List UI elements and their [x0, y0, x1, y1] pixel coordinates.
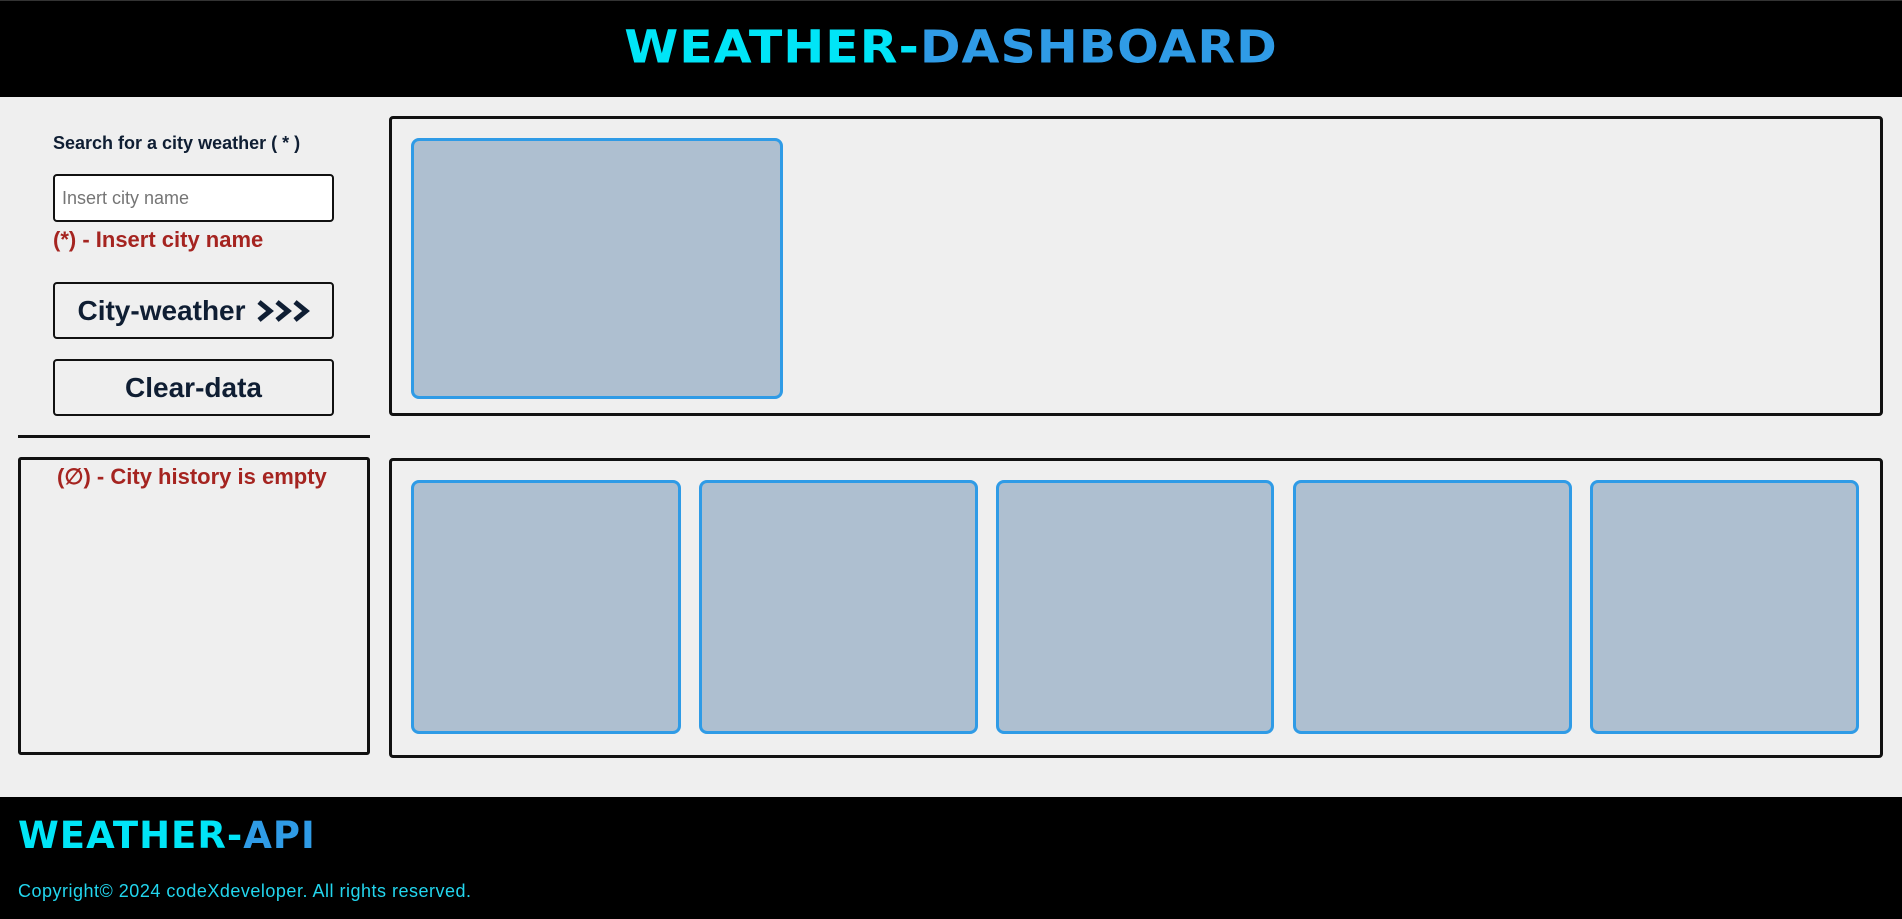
city-weather-button-label: City-weather: [77, 294, 246, 326]
forecast-card-2: [699, 480, 978, 734]
footer-logo: WEATHER-API: [18, 814, 316, 857]
current-weather-panel: [389, 116, 1883, 416]
city-history-panel: (∅) - City history is empty: [18, 457, 370, 755]
page-title: WEATHER-DASHBOARD: [624, 21, 1278, 73]
site-header: WEATHER-DASHBOARD: [0, 0, 1902, 97]
search-label: Search for a city weather ( * ): [53, 133, 301, 153]
copyright-text: Copyright© 2024 codeXdeveloper. All righ…: [18, 881, 472, 901]
forecast-card-5: [1590, 480, 1859, 734]
required-hint: (*) - Insert city name: [53, 227, 264, 252]
city-search-input[interactable]: [53, 174, 334, 222]
sidebar-divider: [18, 435, 370, 438]
forecast-panel: [389, 458, 1883, 758]
forecast-card-4: [1293, 480, 1572, 734]
forecast-card-1: [411, 480, 681, 734]
footer-brand-part-weather: WEATHER-: [18, 814, 244, 857]
forecast-card-3: [996, 480, 1274, 734]
triple-chevron-right-icon: [256, 299, 310, 323]
clear-data-button[interactable]: Clear-data: [53, 359, 334, 416]
footer-brand-part-api: API: [243, 814, 316, 857]
title-part-dashboard: DASHBOARD: [919, 20, 1278, 74]
city-weather-button[interactable]: City-weather: [53, 282, 334, 339]
site-footer: WEATHER-API Copyright© 2024 codeXdevelop…: [0, 797, 1902, 919]
history-empty-message: (∅) - City history is empty: [57, 464, 327, 489]
title-part-weather: WEATHER-: [624, 20, 920, 74]
current-weather-card: [411, 138, 783, 399]
